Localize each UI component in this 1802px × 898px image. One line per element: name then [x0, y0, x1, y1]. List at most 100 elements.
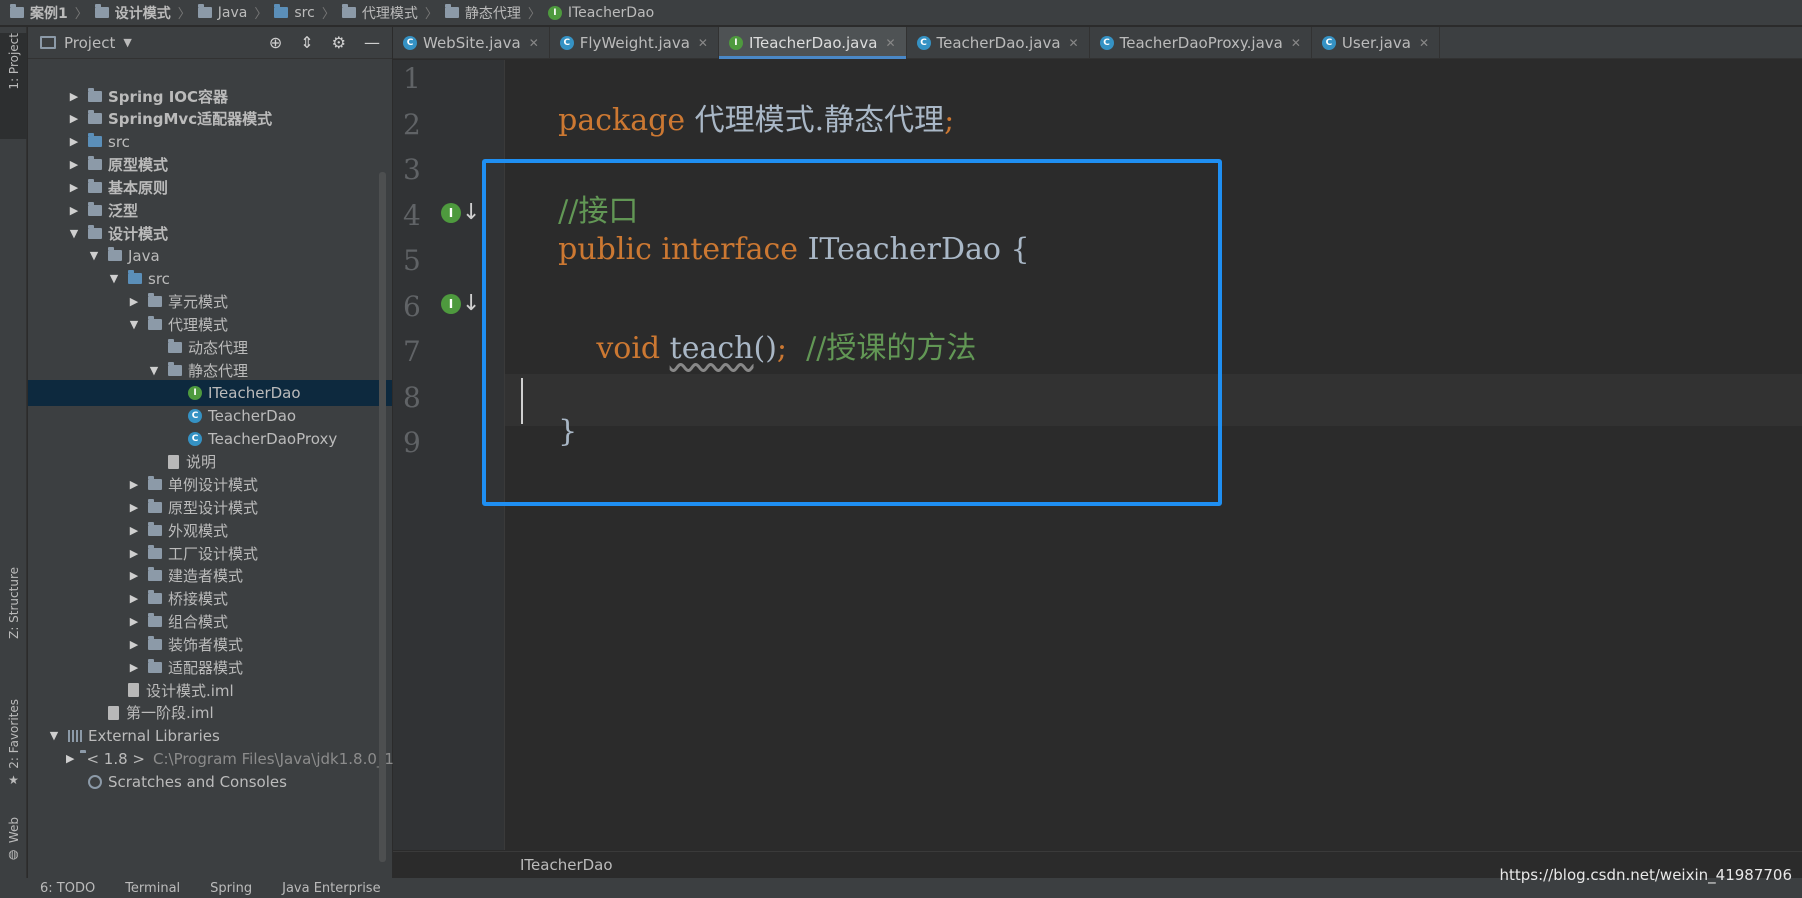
editor-tab[interactable]: C TeacherDaoProxy.java ✕ [1090, 27, 1312, 59]
class-icon: C [1321, 36, 1336, 50]
tool-button-terminal[interactable]: Terminal [125, 881, 180, 896]
tree-item-label: 享元模式 [168, 293, 229, 312]
tool-button-spring[interactable]: Spring [210, 881, 252, 896]
expanded-arrow-icon[interactable]: ▼ [106, 272, 122, 285]
editor-tab[interactable]: C FlyWeight.java ✕ [550, 27, 719, 59]
chevron-right-icon: 〉 [74, 7, 88, 22]
breadcrumb-item-project[interactable]: 案例1 〉 [10, 3, 95, 23]
collapsed-arrow-icon[interactable]: ▶ [126, 638, 142, 651]
gear-icon[interactable]: ⚙ [332, 33, 346, 52]
editor-tab[interactable]: I ITeacherDao.java ✕ [718, 27, 907, 59]
close-icon[interactable]: ✕ [1419, 36, 1429, 50]
collapsed-arrow-icon[interactable]: ▶ [66, 181, 82, 194]
implemented-by-marker[interactable]: I ↓ [441, 200, 480, 225]
implemented-by-marker[interactable]: I ↓ [441, 291, 480, 316]
project-view-selector[interactable]: Project [64, 34, 115, 52]
breadcrumb-item-module[interactable]: 设计模式〉 [94, 3, 198, 23]
expanded-arrow-icon[interactable]: ▼ [146, 364, 162, 377]
collapsed-arrow-icon[interactable]: ▶ [126, 295, 142, 308]
interface-icon: I [547, 5, 562, 20]
collapsed-arrow-icon[interactable]: ▶ [66, 135, 82, 148]
tree-item-label: 适配器模式 [168, 658, 244, 677]
file-icon [168, 454, 179, 469]
editor-tab-label: User.java [1341, 34, 1411, 52]
editor-tab[interactable]: C User.java ✕ [1312, 27, 1440, 59]
tree-item-label: 原型设计模式 [168, 498, 259, 517]
chevron-right-icon: 〉 [254, 7, 268, 22]
tool-tab-web[interactable]: Web ◍ [0, 817, 27, 877]
breadcrumb-item-src[interactable]: src 〉 [274, 3, 341, 22]
folder-icon [148, 544, 162, 559]
tool-tab-project[interactable]: 1: Project [0, 33, 27, 139]
project-panel: Project ▼ ⊕ ⇕ ⚙ — ▶ Spring IOC容器 ▶ SpringMv… [28, 27, 394, 878]
arrow-down-icon: ↓ [462, 200, 481, 225]
collapsed-arrow-icon[interactable]: ▶ [66, 90, 82, 103]
editor-tab[interactable]: C WebSite.java ✕ [393, 27, 550, 59]
close-icon[interactable]: ✕ [698, 36, 708, 50]
tool-button-todo[interactable]: 6: TODO [40, 881, 95, 896]
chevron-right-icon: 〉 [321, 7, 335, 22]
class-icon: C [916, 36, 931, 50]
breadcrumb-item-file[interactable]: I ITeacherDao [547, 5, 654, 21]
line-number: 9 [403, 426, 421, 459]
collapsed-arrow-icon[interactable]: ▶ [66, 204, 82, 217]
file-icon [108, 705, 119, 720]
tree-item-label: 外观模式 [168, 521, 229, 540]
close-icon[interactable]: ✕ [885, 36, 895, 50]
collapsed-arrow-icon[interactable]: ▶ [126, 501, 142, 514]
collapsed-arrow-icon[interactable]: ▶ [126, 569, 142, 582]
folder-icon [341, 4, 356, 18]
breadcrumb-item-static-proxy[interactable]: 静态代理〉 [444, 3, 548, 23]
folder-icon [148, 521, 162, 536]
tree-item-label: 说明 [186, 453, 217, 472]
tool-tab-favorites[interactable]: 2: Favorites ★ [0, 699, 27, 819]
line-number: 4 [403, 199, 421, 232]
tree-item-label: 设计模式 [108, 224, 169, 243]
tree-item-label: 单例设计模式 [168, 475, 259, 494]
tool-tab-structure[interactable]: Z: Structure [0, 567, 27, 687]
collapsed-arrow-icon[interactable]: ▶ [126, 615, 142, 628]
minimize-icon[interactable]: — [364, 33, 380, 52]
source-folder-icon [88, 133, 102, 148]
close-icon[interactable]: ✕ [1069, 36, 1079, 50]
code-editor[interactable]: 1 2 3 4 5 6 7 8 9 I ↓ I ↓ package 代理模式.静态代… [393, 60, 1802, 850]
locate-icon[interactable]: ⊕ [269, 33, 282, 52]
collapse-all-icon[interactable]: ⇕ [300, 33, 313, 52]
tree-item-label: < 1.8 > [86, 749, 145, 768]
collapsed-arrow-icon[interactable]: ▶ [126, 478, 142, 491]
globe-icon: ◍ [8, 847, 19, 862]
collapsed-arrow-icon[interactable]: ▶ [66, 158, 82, 171]
editor-tab[interactable]: C TeacherDao.java ✕ [907, 27, 1090, 59]
tool-button-java-enterprise[interactable]: Java Enterprise [282, 881, 380, 896]
collapsed-arrow-icon[interactable]: ▶ [126, 592, 142, 605]
tree-item-label: Scratches and Consoles [108, 772, 287, 791]
expanded-arrow-icon[interactable]: ▼ [46, 729, 62, 742]
folder-icon [108, 247, 122, 262]
editor-tab-label: ITeacherDao.java [748, 34, 878, 52]
breadcrumb: 案例1 〉 设计模式〉 Java 〉 src 〉 代理模式〉 静态代理〉 I ITeac… [0, 0, 1802, 26]
close-icon[interactable]: ✕ [1291, 36, 1301, 50]
collapsed-arrow-icon[interactable]: ▶ [126, 547, 142, 560]
collapsed-arrow-icon[interactable]: ▶ [126, 661, 142, 674]
tree-item-label: TeacherDao [208, 406, 297, 425]
tree-item-label: 建造者模式 [168, 567, 244, 586]
tree-item-label: 设计模式.iml [146, 681, 234, 700]
expanded-arrow-icon[interactable]: ▼ [66, 227, 82, 240]
expanded-arrow-icon[interactable]: ▼ [86, 249, 102, 262]
collapsed-arrow-icon[interactable]: ▶ [66, 112, 82, 125]
editor-tab-label: TeacherDaoProxy.java [1119, 34, 1283, 52]
editor-tab-label: TeacherDao.java [936, 34, 1061, 52]
collapsed-arrow-icon[interactable]: ▶ [126, 524, 142, 537]
breadcrumb-item-proxy[interactable]: 代理模式〉 [341, 3, 445, 23]
expanded-arrow-icon[interactable]: ▼ [126, 318, 142, 331]
tree-item[interactable]: Scratches and Consoles [28, 769, 392, 795]
line-number: 3 [403, 153, 421, 186]
breadcrumb-item-java[interactable]: Java 〉 [197, 3, 275, 22]
line-number: 7 [403, 335, 421, 368]
tree-scrollbar[interactable] [379, 172, 386, 862]
folder-icon [88, 87, 102, 102]
close-icon[interactable]: ✕ [529, 36, 539, 50]
collapsed-arrow-icon[interactable]: ▶ [66, 752, 74, 765]
caret-down-icon[interactable]: ▼ [123, 36, 131, 49]
folder-icon [148, 293, 162, 308]
